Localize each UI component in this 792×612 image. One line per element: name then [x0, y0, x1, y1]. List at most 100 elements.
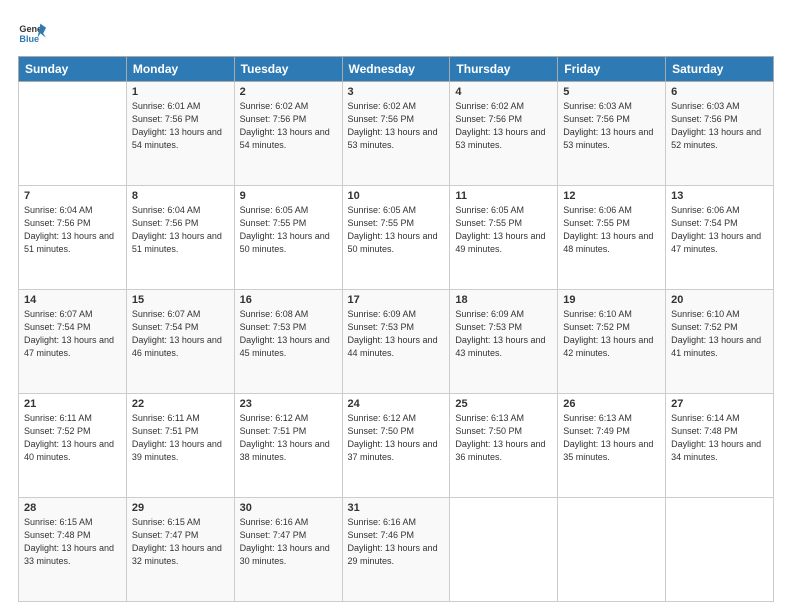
calendar-cell: 23 Sunrise: 6:12 AM Sunset: 7:51 PM Dayl… — [234, 394, 342, 498]
day-number: 7 — [24, 190, 121, 202]
day-info: Sunrise: 6:11 AM Sunset: 7:52 PM Dayligh… — [24, 412, 121, 464]
day-number: 5 — [563, 86, 660, 98]
day-number: 2 — [240, 86, 337, 98]
day-number: 17 — [348, 294, 445, 306]
day-number: 24 — [348, 398, 445, 410]
day-info: Sunrise: 6:04 AM Sunset: 7:56 PM Dayligh… — [24, 204, 121, 256]
day-info: Sunrise: 6:03 AM Sunset: 7:56 PM Dayligh… — [563, 100, 660, 152]
calendar-cell: 31 Sunrise: 6:16 AM Sunset: 7:46 PM Dayl… — [342, 498, 450, 602]
calendar-week-row: 1 Sunrise: 6:01 AM Sunset: 7:56 PM Dayli… — [19, 82, 774, 186]
calendar-cell: 6 Sunrise: 6:03 AM Sunset: 7:56 PM Dayli… — [666, 82, 774, 186]
calendar-cell — [19, 82, 127, 186]
calendar-cell — [558, 498, 666, 602]
calendar-cell: 14 Sunrise: 6:07 AM Sunset: 7:54 PM Dayl… — [19, 290, 127, 394]
calendar-week-row: 28 Sunrise: 6:15 AM Sunset: 7:48 PM Dayl… — [19, 498, 774, 602]
day-number: 23 — [240, 398, 337, 410]
day-number: 12 — [563, 190, 660, 202]
day-number: 16 — [240, 294, 337, 306]
weekday-header: Friday — [558, 57, 666, 82]
calendar-cell: 13 Sunrise: 6:06 AM Sunset: 7:54 PM Dayl… — [666, 186, 774, 290]
day-info: Sunrise: 6:05 AM Sunset: 7:55 PM Dayligh… — [455, 204, 552, 256]
calendar-cell: 5 Sunrise: 6:03 AM Sunset: 7:56 PM Dayli… — [558, 82, 666, 186]
day-info: Sunrise: 6:15 AM Sunset: 7:48 PM Dayligh… — [24, 516, 121, 568]
calendar-cell: 16 Sunrise: 6:08 AM Sunset: 7:53 PM Dayl… — [234, 290, 342, 394]
weekday-header: Sunday — [19, 57, 127, 82]
day-info: Sunrise: 6:02 AM Sunset: 7:56 PM Dayligh… — [240, 100, 337, 152]
calendar-cell — [666, 498, 774, 602]
calendar-cell: 26 Sunrise: 6:13 AM Sunset: 7:49 PM Dayl… — [558, 394, 666, 498]
calendar-cell — [450, 498, 558, 602]
day-info: Sunrise: 6:06 AM Sunset: 7:55 PM Dayligh… — [563, 204, 660, 256]
day-info: Sunrise: 6:16 AM Sunset: 7:47 PM Dayligh… — [240, 516, 337, 568]
calendar-cell: 18 Sunrise: 6:09 AM Sunset: 7:53 PM Dayl… — [450, 290, 558, 394]
calendar-cell: 15 Sunrise: 6:07 AM Sunset: 7:54 PM Dayl… — [126, 290, 234, 394]
day-number: 3 — [348, 86, 445, 98]
calendar-cell: 8 Sunrise: 6:04 AM Sunset: 7:56 PM Dayli… — [126, 186, 234, 290]
day-number: 19 — [563, 294, 660, 306]
calendar-cell: 24 Sunrise: 6:12 AM Sunset: 7:50 PM Dayl… — [342, 394, 450, 498]
day-info: Sunrise: 6:10 AM Sunset: 7:52 PM Dayligh… — [671, 308, 768, 360]
day-number: 28 — [24, 502, 121, 514]
day-info: Sunrise: 6:03 AM Sunset: 7:56 PM Dayligh… — [671, 100, 768, 152]
day-info: Sunrise: 6:06 AM Sunset: 7:54 PM Dayligh… — [671, 204, 768, 256]
day-info: Sunrise: 6:12 AM Sunset: 7:50 PM Dayligh… — [348, 412, 445, 464]
calendar-cell: 12 Sunrise: 6:06 AM Sunset: 7:55 PM Dayl… — [558, 186, 666, 290]
day-info: Sunrise: 6:14 AM Sunset: 7:48 PM Dayligh… — [671, 412, 768, 464]
calendar-cell: 27 Sunrise: 6:14 AM Sunset: 7:48 PM Dayl… — [666, 394, 774, 498]
day-info: Sunrise: 6:05 AM Sunset: 7:55 PM Dayligh… — [348, 204, 445, 256]
day-number: 31 — [348, 502, 445, 514]
day-number: 29 — [132, 502, 229, 514]
day-number: 14 — [24, 294, 121, 306]
calendar-cell: 3 Sunrise: 6:02 AM Sunset: 7:56 PM Dayli… — [342, 82, 450, 186]
calendar-cell: 29 Sunrise: 6:15 AM Sunset: 7:47 PM Dayl… — [126, 498, 234, 602]
day-number: 10 — [348, 190, 445, 202]
weekday-header: Saturday — [666, 57, 774, 82]
day-info: Sunrise: 6:13 AM Sunset: 7:49 PM Dayligh… — [563, 412, 660, 464]
calendar-cell: 10 Sunrise: 6:05 AM Sunset: 7:55 PM Dayl… — [342, 186, 450, 290]
day-number: 9 — [240, 190, 337, 202]
day-info: Sunrise: 6:07 AM Sunset: 7:54 PM Dayligh… — [24, 308, 121, 360]
day-number: 26 — [563, 398, 660, 410]
day-number: 25 — [455, 398, 552, 410]
header: General Blue — [18, 18, 774, 46]
day-info: Sunrise: 6:08 AM Sunset: 7:53 PM Dayligh… — [240, 308, 337, 360]
calendar-cell: 7 Sunrise: 6:04 AM Sunset: 7:56 PM Dayli… — [19, 186, 127, 290]
weekday-header: Thursday — [450, 57, 558, 82]
day-info: Sunrise: 6:01 AM Sunset: 7:56 PM Dayligh… — [132, 100, 229, 152]
day-number: 4 — [455, 86, 552, 98]
day-info: Sunrise: 6:05 AM Sunset: 7:55 PM Dayligh… — [240, 204, 337, 256]
day-info: Sunrise: 6:09 AM Sunset: 7:53 PM Dayligh… — [455, 308, 552, 360]
calendar-week-row: 14 Sunrise: 6:07 AM Sunset: 7:54 PM Dayl… — [19, 290, 774, 394]
calendar-cell: 9 Sunrise: 6:05 AM Sunset: 7:55 PM Dayli… — [234, 186, 342, 290]
day-number: 15 — [132, 294, 229, 306]
weekday-header: Tuesday — [234, 57, 342, 82]
day-number: 18 — [455, 294, 552, 306]
calendar-table: SundayMondayTuesdayWednesdayThursdayFrid… — [18, 56, 774, 602]
day-number: 11 — [455, 190, 552, 202]
calendar-cell: 22 Sunrise: 6:11 AM Sunset: 7:51 PM Dayl… — [126, 394, 234, 498]
day-info: Sunrise: 6:11 AM Sunset: 7:51 PM Dayligh… — [132, 412, 229, 464]
calendar-cell: 25 Sunrise: 6:13 AM Sunset: 7:50 PM Dayl… — [450, 394, 558, 498]
calendar-cell: 19 Sunrise: 6:10 AM Sunset: 7:52 PM Dayl… — [558, 290, 666, 394]
day-number: 21 — [24, 398, 121, 410]
day-info: Sunrise: 6:02 AM Sunset: 7:56 PM Dayligh… — [455, 100, 552, 152]
day-number: 1 — [132, 86, 229, 98]
calendar-cell: 11 Sunrise: 6:05 AM Sunset: 7:55 PM Dayl… — [450, 186, 558, 290]
day-number: 30 — [240, 502, 337, 514]
day-number: 8 — [132, 190, 229, 202]
calendar-cell: 21 Sunrise: 6:11 AM Sunset: 7:52 PM Dayl… — [19, 394, 127, 498]
calendar-week-row: 7 Sunrise: 6:04 AM Sunset: 7:56 PM Dayli… — [19, 186, 774, 290]
logo: General Blue — [18, 18, 50, 46]
day-info: Sunrise: 6:02 AM Sunset: 7:56 PM Dayligh… — [348, 100, 445, 152]
day-info: Sunrise: 6:12 AM Sunset: 7:51 PM Dayligh… — [240, 412, 337, 464]
day-number: 13 — [671, 190, 768, 202]
calendar-cell: 30 Sunrise: 6:16 AM Sunset: 7:47 PM Dayl… — [234, 498, 342, 602]
day-info: Sunrise: 6:10 AM Sunset: 7:52 PM Dayligh… — [563, 308, 660, 360]
day-info: Sunrise: 6:13 AM Sunset: 7:50 PM Dayligh… — [455, 412, 552, 464]
day-info: Sunrise: 6:09 AM Sunset: 7:53 PM Dayligh… — [348, 308, 445, 360]
svg-text:Blue: Blue — [19, 34, 39, 44]
weekday-header: Monday — [126, 57, 234, 82]
page: General Blue SundayMondayTuesdayWednesda… — [0, 0, 792, 612]
calendar-cell: 4 Sunrise: 6:02 AM Sunset: 7:56 PM Dayli… — [450, 82, 558, 186]
calendar-cell: 2 Sunrise: 6:02 AM Sunset: 7:56 PM Dayli… — [234, 82, 342, 186]
